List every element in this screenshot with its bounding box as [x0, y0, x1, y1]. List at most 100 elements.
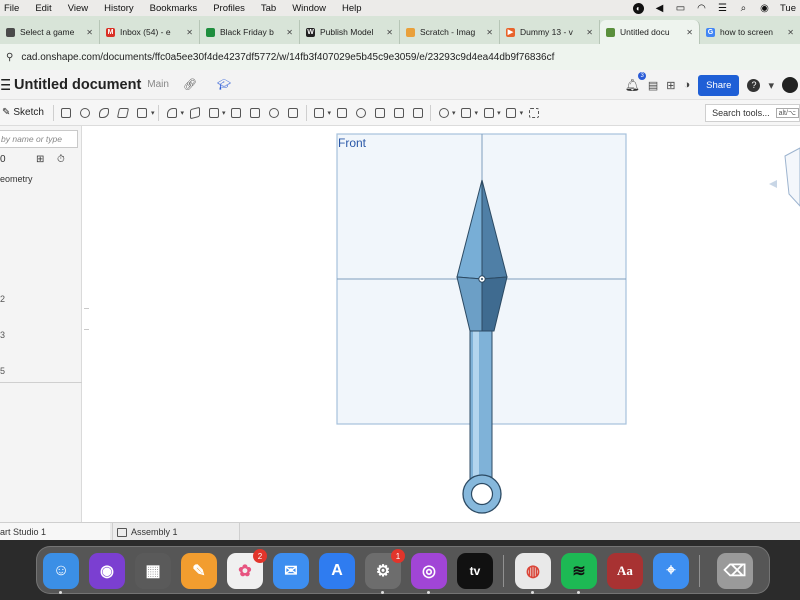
wifi-icon[interactable]: ◠: [696, 3, 707, 14]
dock-photos[interactable]: ✿ 2: [227, 549, 267, 589]
user-avatar[interactable]: [782, 77, 798, 93]
rib-icon[interactable]: [228, 105, 244, 121]
menu-help[interactable]: Help: [334, 3, 370, 14]
site-settings-icon[interactable]: ⚲: [6, 52, 13, 63]
thicken-icon[interactable]: [134, 105, 150, 121]
default-geometry-item[interactable]: eometry: [0, 174, 33, 184]
tab-part-studio[interactable]: art Studio 1: [0, 523, 110, 541]
menu-tab[interactable]: Tab: [253, 3, 284, 14]
browser-tab[interactable]: M Inbox (54) - e ✕: [100, 20, 200, 44]
branch-label[interactable]: Main: [147, 79, 169, 90]
split-icon[interactable]: [372, 105, 388, 121]
menu-window[interactable]: Window: [284, 3, 334, 14]
document-title[interactable]: Untitled document: [14, 77, 141, 93]
search-tools-input[interactable]: Search tools... alt/⌥: [705, 104, 800, 122]
browser-tab[interactable]: W Publish Model ✕: [300, 20, 400, 44]
chamfer-icon[interactable]: [187, 105, 203, 121]
sheet-metal-icon[interactable]: [481, 105, 497, 121]
menu-view[interactable]: View: [60, 3, 96, 14]
sketch-button[interactable]: ✎ Sketch: [0, 107, 50, 118]
browser-tab[interactable]: Black Friday b ✕: [200, 20, 300, 44]
search-icon[interactable]: ⌕: [738, 3, 749, 14]
mate-connector-icon[interactable]: [458, 105, 474, 121]
close-tab-icon[interactable]: ✕: [486, 28, 493, 37]
close-tab-icon[interactable]: ✕: [286, 28, 293, 37]
chevron-down-icon[interactable]: ▾: [520, 109, 524, 117]
frame-icon[interactable]: [503, 105, 519, 121]
chevron-down-icon[interactable]: ▾: [222, 109, 226, 117]
browser-tab[interactable]: Scratch - Imag ✕: [400, 20, 500, 44]
add-folder-icon[interactable]: ⊞: [36, 154, 44, 165]
hamburger-menu-icon[interactable]: ☰: [0, 76, 10, 94]
graduation-cap-icon[interactable]: 🎓︎: [217, 78, 231, 91]
tab-assembly[interactable]: Assembly 1: [112, 523, 240, 541]
front-plane-label[interactable]: Front: [338, 136, 366, 150]
delete-part-icon[interactable]: [410, 105, 426, 121]
chevron-down-icon[interactable]: ▾: [475, 109, 479, 117]
dock-siri[interactable]: ◉: [89, 553, 125, 589]
plane-icon[interactable]: [285, 105, 301, 121]
help-icon[interactable]: ?: [747, 78, 761, 92]
menu-edit[interactable]: Edit: [27, 3, 59, 14]
chevron-down-icon[interactable]: ▾: [151, 109, 155, 117]
menu-profiles[interactable]: Profiles: [205, 3, 253, 14]
hole-icon[interactable]: [266, 105, 282, 121]
dock-mail[interactable]: ✉: [273, 553, 309, 589]
address-bar[interactable]: ⚲ cad.onshape.com/documents/ffc0a5ee30f4…: [0, 44, 800, 70]
menu-history[interactable]: History: [96, 3, 142, 14]
shell-icon[interactable]: [247, 105, 263, 121]
rollback-timer-icon[interactable]: ⏱︎: [57, 154, 65, 165]
chevron-down-icon[interactable]: ▾: [180, 109, 184, 117]
url-text[interactable]: cad.onshape.com/documents/ffc0a5ee30f4de…: [21, 52, 554, 63]
loft-icon[interactable]: [115, 105, 131, 121]
close-tab-icon[interactable]: ✕: [787, 28, 794, 37]
dock-podcasts[interactable]: ◎: [411, 553, 447, 594]
notifications-icon[interactable]: 🔔︎ 3: [625, 72, 646, 92]
surface-icon[interactable]: [436, 105, 452, 121]
close-tab-icon[interactable]: ✕: [686, 28, 693, 37]
menu-file[interactable]: File: [0, 3, 27, 14]
model-canvas[interactable]: [89, 126, 800, 522]
battery-icon[interactable]: ▭: [675, 3, 686, 14]
draft-icon[interactable]: [206, 105, 222, 121]
boolean-icon[interactable]: [353, 105, 369, 121]
dock-launchpad[interactable]: ▦: [135, 553, 171, 589]
browser-tab[interactable]: ▶ Dummy 13 - v ✕: [500, 20, 600, 44]
dock-trash[interactable]: ⌫: [717, 553, 753, 589]
dock-spotify[interactable]: ≋: [561, 553, 597, 594]
help-caret-icon[interactable]: ▾: [768, 79, 774, 92]
dock-apple-tv[interactable]: tv: [457, 553, 493, 589]
browser-tab[interactable]: G how to screen ✕: [700, 20, 800, 44]
dock-safari[interactable]: ⌖: [653, 553, 689, 589]
dock-system-settings[interactable]: ⚙ 1: [365, 549, 405, 594]
transform-icon[interactable]: [391, 105, 407, 121]
close-tab-icon[interactable]: ✕: [586, 28, 593, 37]
app-grid-icon[interactable]: ⊞: [666, 79, 675, 92]
document-info-icon[interactable]: ▤: [648, 79, 658, 92]
menu-bar-clock[interactable]: Tue: [780, 3, 796, 14]
pattern-icon[interactable]: [311, 105, 327, 121]
volume-icon[interactable]: ◀: [654, 3, 665, 14]
close-tab-icon[interactable]: ✕: [386, 28, 393, 37]
add-custom-feature-icon[interactable]: [526, 105, 542, 121]
extrude-icon[interactable]: [58, 105, 74, 121]
fillet-icon[interactable]: [164, 105, 180, 121]
dock-app-store[interactable]: A: [319, 553, 355, 589]
dock-pages[interactable]: ✎: [181, 553, 217, 589]
chevron-down-icon[interactable]: ▾: [328, 109, 332, 117]
feature-filter-input[interactable]: by name or type: [0, 130, 78, 148]
focus-icon[interactable]: ◐: [632, 2, 644, 14]
control-center-icon[interactable]: ☰: [717, 3, 728, 14]
mirror-icon[interactable]: [334, 105, 350, 121]
chevron-down-icon[interactable]: ▾: [452, 109, 456, 117]
appearance-icon[interactable]: ◑: [683, 79, 690, 91]
menu-bookmarks[interactable]: Bookmarks: [142, 3, 206, 14]
dock-chrome[interactable]: ◍: [515, 553, 551, 594]
chevron-down-icon[interactable]: ▾: [497, 109, 501, 117]
link-icon[interactable]: 🔗︎: [183, 78, 197, 91]
share-button[interactable]: Share: [698, 74, 740, 96]
close-tab-icon[interactable]: ✕: [86, 28, 93, 37]
revolve-icon[interactable]: [77, 105, 93, 121]
siri-menu-icon[interactable]: ◉: [759, 3, 770, 14]
graphics-viewport[interactable]: Front: [89, 126, 800, 522]
